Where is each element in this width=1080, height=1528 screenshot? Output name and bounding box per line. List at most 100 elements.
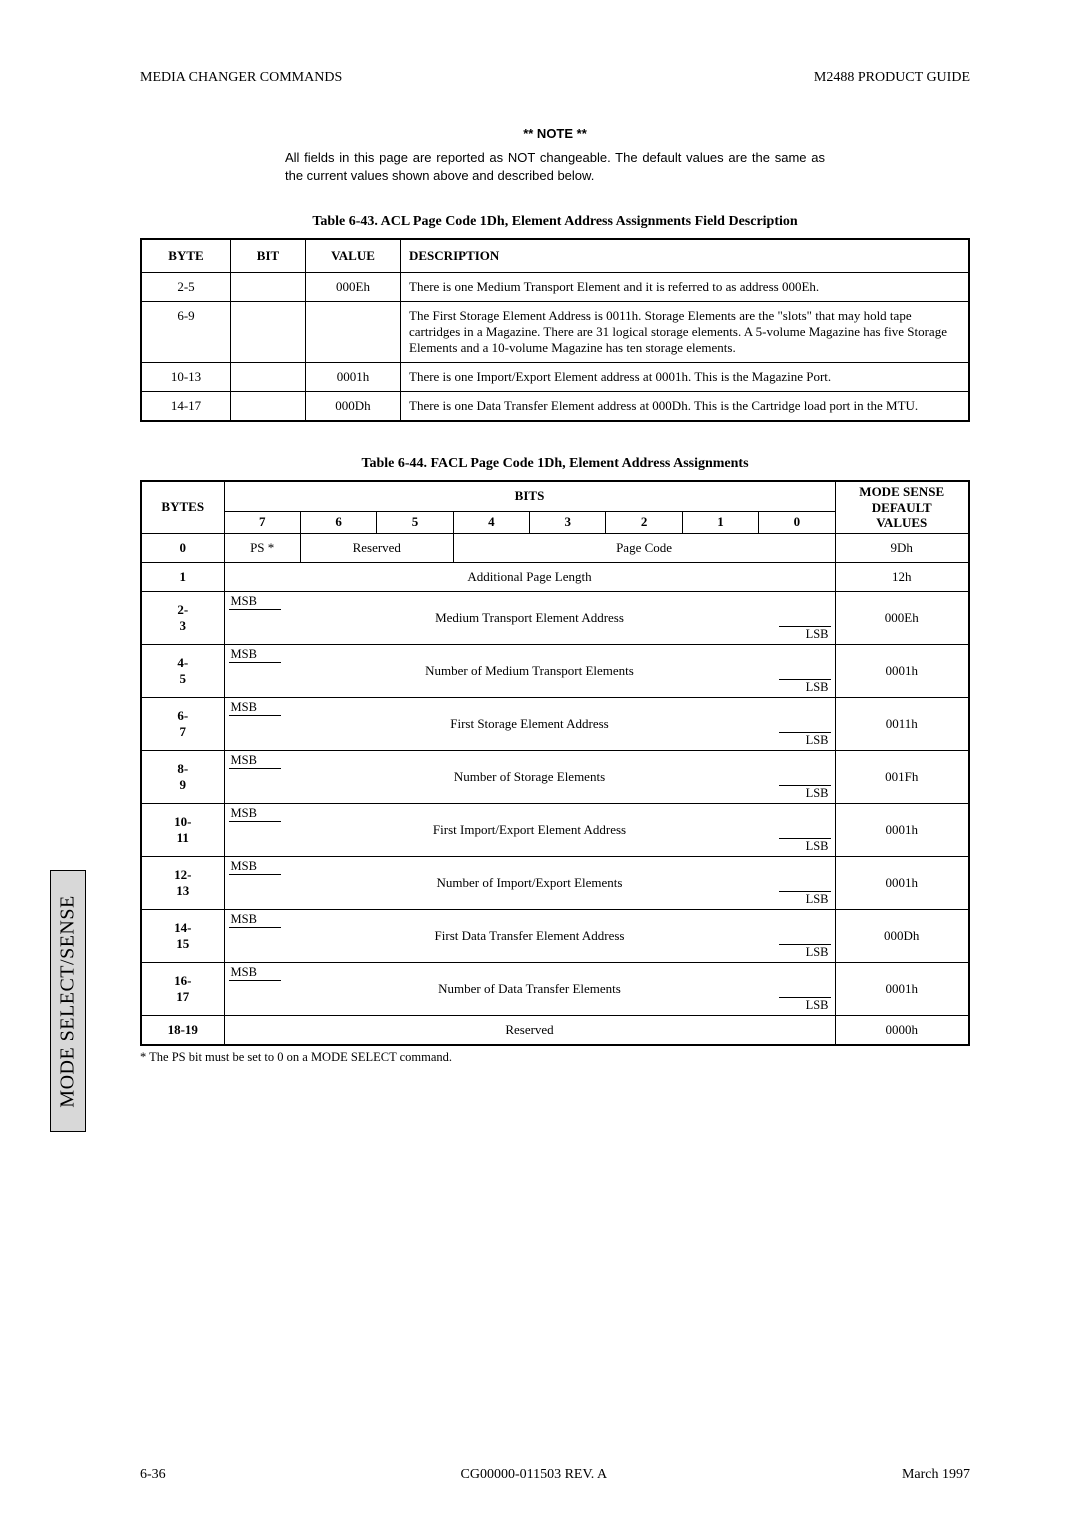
- footer-left: 6-36: [140, 1467, 166, 1483]
- t44-r3-fieldname: Number of Medium Transport Elements: [225, 645, 835, 697]
- t44-bit-5: 5: [377, 511, 453, 533]
- table-row: 10- 11MSBFirst Import/Export Element Add…: [141, 803, 969, 856]
- msb-label: MSB: [231, 753, 257, 768]
- lsb-label: LSB: [806, 945, 829, 960]
- table-row: 16- 17 MSBNumber of Data Transfer Element…: [141, 962, 969, 1015]
- msb-label: MSB: [231, 965, 257, 980]
- t44-r4-bytes: 6- 7: [141, 697, 224, 750]
- t44-r0-c1: Reserved: [300, 533, 453, 562]
- lsb-label: LSB: [806, 998, 829, 1013]
- footer-center: CG00000-011503 REV. A: [461, 1467, 608, 1483]
- t44-r4-field: MSBFirst Storage Element AddressLSB: [224, 697, 835, 750]
- t44-r9-bytes: 16- 17: [141, 962, 224, 1015]
- side-tab: MODE SELECT/SENSE: [50, 870, 86, 1132]
- t43-r2-bit: [231, 363, 306, 392]
- t43-h-desc: DESCRIPTION: [401, 239, 970, 273]
- t44-bit-2: 2: [606, 511, 682, 533]
- t43-r0-desc: There is one Medium Transport Element an…: [401, 273, 970, 302]
- t43-h-byte: BYTE: [141, 239, 231, 273]
- t44-h-ms2: DEFAULT VALUES: [836, 500, 969, 531]
- t44-h-ms2a: DEFAULT: [872, 500, 932, 515]
- t43-r3-desc: There is one Data Transfer Element addre…: [401, 392, 970, 422]
- note-text: All fields in this page are reported as …: [285, 149, 825, 184]
- t43-r1-value: [306, 302, 401, 363]
- t43-r0-byte: 2-5: [141, 273, 231, 302]
- footer: 6-36 CG00000-011503 REV. A March 1997: [140, 1467, 970, 1483]
- lsb-label: LSB: [806, 786, 829, 801]
- t44-r1-value: 12h: [835, 562, 969, 591]
- t44-r3-value: 0001h: [835, 644, 969, 697]
- t43-h-val: VALUE: [306, 239, 401, 273]
- header-left: MEDIA CHANGER COMMANDS: [140, 70, 342, 86]
- t44-r5-value: 001Fh: [835, 750, 969, 803]
- t43-r0-value: 000Eh: [306, 273, 401, 302]
- t44-r7-bytes: 12- 13: [141, 856, 224, 909]
- msb-label: MSB: [231, 647, 257, 662]
- lsb-label: LSB: [806, 892, 829, 907]
- t44-r3-bytes: 4- 5: [141, 644, 224, 697]
- table-row: 14-17 000DhThere is one Data Transfer Ele…: [141, 392, 969, 422]
- t44-r6-value: 0001h: [835, 803, 969, 856]
- t44-h-modesense: MODE SENSE DEFAULT VALUES: [835, 481, 969, 533]
- t44-r7-value: 0001h: [835, 856, 969, 909]
- t43-r3-value: 000Dh: [306, 392, 401, 422]
- table-row: 8- 9MSBNumber of Storage ElementsLSB001F…: [141, 750, 969, 803]
- table-row: 4- 5MSBNumber of Medium Transport Elemen…: [141, 644, 969, 697]
- header-right: M2488 PRODUCT GUIDE: [814, 70, 970, 86]
- t44-r0-c2: Page Code: [453, 533, 835, 562]
- t44-h-ms1: MODE SENSE: [836, 484, 969, 500]
- t44-r2-fieldname: Medium Transport Element Address: [225, 592, 835, 644]
- t44-bit-7: 7: [224, 511, 300, 533]
- t44-r8-value: 000Dh: [835, 909, 969, 962]
- table-row: 12- 13 MSBNumber of Import/Export Element…: [141, 856, 969, 909]
- t44-r6-field: MSBFirst Import/Export Element AddressLS…: [224, 803, 835, 856]
- t44-r0-value: 9Dh: [835, 533, 969, 562]
- t43-r1-bit: [231, 302, 306, 363]
- lsb-label: LSB: [806, 733, 829, 748]
- table-row: 1Additional Page Length12h: [141, 562, 969, 591]
- t44-r9-fieldname: Number of Data Transfer Elements: [225, 963, 835, 1015]
- msb-label: MSB: [231, 700, 257, 715]
- msb-label: MSB: [231, 912, 257, 927]
- table-43-caption: Table 6-43. ACL Page Code 1Dh, Element A…: [140, 214, 970, 230]
- t44-h-ms2b: VALUES: [876, 515, 927, 530]
- t44-r3-field: MSBNumber of Medium Transport ElementsLS…: [224, 644, 835, 697]
- footnote: * The PS bit must be set to 0 on a MODE …: [140, 1050, 970, 1065]
- t43-r1-byte: 6-9: [141, 302, 231, 363]
- t44-r10-c0: Reserved: [224, 1015, 835, 1045]
- msb-label: MSB: [231, 859, 257, 874]
- side-tab-text: MODE SELECT/SENSE: [57, 895, 80, 1107]
- t44-r2-value: 000Eh: [835, 591, 969, 644]
- note-block: ** NOTE ** All fields in this page are r…: [285, 126, 825, 184]
- t44-bit-0: 0: [759, 511, 835, 533]
- note-title: ** NOTE **: [285, 126, 825, 141]
- t44-bit-1: 1: [682, 511, 758, 533]
- t44-r7-fieldname: Number of Import/Export Elements: [225, 857, 835, 909]
- t44-r0-c0: PS *: [224, 533, 300, 562]
- table-row: 6-9The First Storage Element Address is …: [141, 302, 969, 363]
- t44-r10-value: 0000h: [835, 1015, 969, 1045]
- table-43: BYTE BIT VALUE DESCRIPTION 2-5000EhThere…: [140, 238, 970, 422]
- t44-bit-3: 3: [530, 511, 606, 533]
- msb-label: MSB: [231, 806, 257, 821]
- t43-r2-desc: There is one Import/Export Element addre…: [401, 363, 970, 392]
- t43-r2-value: 0001h: [306, 363, 401, 392]
- t44-h-bytes: BYTES: [141, 481, 224, 533]
- t44-r5-field: MSBNumber of Storage ElementsLSB: [224, 750, 835, 803]
- t44-r1-bytes: 1: [141, 562, 224, 591]
- t44-r5-fieldname: Number of Storage Elements: [225, 751, 835, 803]
- t43-r3-bit: [231, 392, 306, 422]
- footer-right: March 1997: [902, 1467, 970, 1483]
- t43-r2-byte: 10-13: [141, 363, 231, 392]
- table-row: 2-5 000EhThere is one Medium Transport El…: [141, 273, 969, 302]
- t44-r0-bytes: 0: [141, 533, 224, 562]
- t44-r6-bytes: 10- 11: [141, 803, 224, 856]
- t44-r6-fieldname: First Import/Export Element Address: [225, 804, 835, 856]
- t43-r0-bit: [231, 273, 306, 302]
- t44-r9-value: 0001h: [835, 962, 969, 1015]
- lsb-label: LSB: [806, 627, 829, 642]
- t44-r2-field: MSBMedium Transport Element AddressLSB: [224, 591, 835, 644]
- msb-label: MSB: [231, 594, 257, 609]
- t43-r3-byte: 14-17: [141, 392, 231, 422]
- t44-bit-4: 4: [453, 511, 529, 533]
